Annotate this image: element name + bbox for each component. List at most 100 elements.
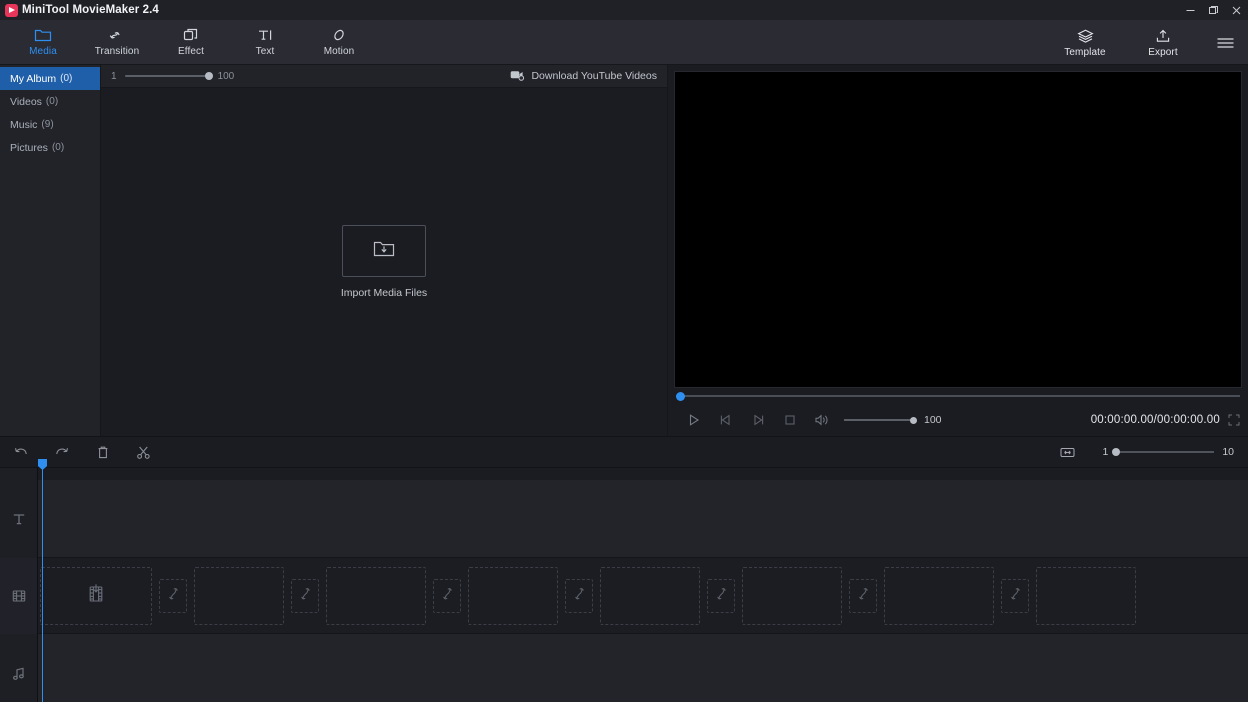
clip-placeholder[interactable] bbox=[884, 567, 994, 625]
tab-transition-label: Transition bbox=[94, 46, 140, 57]
tab-transition[interactable]: Transition bbox=[80, 20, 154, 65]
import-media-files-dropzone[interactable] bbox=[341, 225, 426, 277]
volume-slider-knob[interactable] bbox=[910, 416, 917, 424]
app-title: MiniTool MovieMaker 2.4 bbox=[22, 4, 159, 16]
next-frame-button[interactable] bbox=[742, 404, 774, 436]
tab-media-label: Media bbox=[29, 46, 57, 57]
fit-timeline-icon[interactable] bbox=[1054, 436, 1080, 468]
window-controls bbox=[1179, 0, 1248, 20]
preview-progress-slider[interactable] bbox=[676, 391, 1240, 401]
edit-toolbar: 1 10 bbox=[0, 436, 1248, 468]
track-header-video[interactable] bbox=[0, 558, 37, 634]
close-icon[interactable] bbox=[1225, 0, 1248, 20]
track-headers bbox=[0, 468, 38, 702]
volume-slider[interactable] bbox=[844, 416, 917, 424]
timeline-zoom-controls: 1 10 bbox=[1054, 436, 1234, 468]
play-button[interactable] bbox=[678, 404, 710, 436]
video-preview-canvas[interactable] bbox=[674, 71, 1242, 388]
timeline-row-text[interactable] bbox=[38, 480, 1248, 558]
track-header-text[interactable] bbox=[0, 480, 37, 558]
clip-placeholder[interactable] bbox=[326, 567, 426, 625]
sidebar-item-music-count: (9) bbox=[41, 119, 54, 130]
timeline-row-video[interactable] bbox=[38, 558, 1248, 634]
timeline-playhead[interactable] bbox=[38, 459, 47, 702]
sidebar-item-pictures[interactable]: Pictures (0) bbox=[0, 136, 100, 159]
film-import-icon bbox=[86, 583, 106, 610]
preview-controls: 100 00:00:00.00/00:00:00.00 bbox=[674, 404, 1242, 436]
maximize-icon[interactable] bbox=[1202, 0, 1225, 20]
transition-placeholder-icon bbox=[1008, 585, 1023, 607]
tab-media[interactable]: Media bbox=[6, 20, 80, 65]
transition-placeholder[interactable] bbox=[565, 579, 593, 613]
export-icon bbox=[1154, 28, 1172, 44]
timeline-ruler[interactable] bbox=[38, 468, 1248, 480]
media-panel: 1 100 Download YouTube Videos Import Med… bbox=[101, 65, 668, 436]
import-media-files-button[interactable]: Import Media Files bbox=[341, 225, 427, 299]
tab-effect[interactable]: Effect bbox=[154, 20, 228, 65]
preview-progress-knob[interactable] bbox=[676, 391, 685, 401]
export-button[interactable]: Export bbox=[1124, 20, 1202, 65]
volume-button[interactable] bbox=[806, 404, 838, 436]
download-youtube-videos-label: Download YouTube Videos bbox=[531, 70, 657, 82]
delete-button[interactable] bbox=[82, 436, 123, 468]
download-youtube-videos-button[interactable]: Download YouTube Videos bbox=[510, 69, 657, 84]
timeline-row-audio[interactable] bbox=[38, 634, 1248, 702]
toolbar-tabs: Media Transition Effect Text Motion bbox=[6, 20, 376, 65]
tab-motion-label: Motion bbox=[323, 46, 355, 57]
timeline-zoom-slider-knob[interactable] bbox=[1112, 448, 1121, 456]
clip-placeholder[interactable] bbox=[600, 567, 700, 625]
tab-effect-label: Effect bbox=[178, 46, 204, 57]
transition-placeholder[interactable] bbox=[433, 579, 461, 613]
track-header-audio[interactable] bbox=[0, 634, 37, 702]
clip-placeholder[interactable] bbox=[1036, 567, 1136, 625]
library-sidebar: My Album (0) Videos (0) Music (9) Pictur… bbox=[0, 65, 101, 436]
timeline-zoom-max-label: 10 bbox=[1222, 446, 1234, 458]
transition-placeholder-icon bbox=[440, 585, 455, 607]
media-library-area: Import Media Files bbox=[101, 88, 667, 436]
transition-placeholder[interactable] bbox=[1001, 579, 1029, 613]
preview-panel: 100 00:00:00.00/00:00:00.00 bbox=[668, 65, 1248, 436]
sidebar-item-videos[interactable]: Videos (0) bbox=[0, 90, 100, 113]
transition-placeholder[interactable] bbox=[159, 579, 187, 613]
sidebar-item-videos-label: Videos bbox=[10, 95, 42, 108]
transition-placeholder-icon bbox=[298, 585, 313, 607]
timeline-clip-placeholders bbox=[38, 558, 1136, 634]
hamburger-menu-icon[interactable] bbox=[1202, 20, 1248, 65]
stop-button[interactable] bbox=[774, 404, 806, 436]
previous-frame-button[interactable] bbox=[710, 404, 742, 436]
sidebar-item-pictures-count: (0) bbox=[51, 142, 65, 153]
title-bar: MiniTool MovieMaker 2.4 bbox=[0, 0, 1248, 20]
split-button[interactable] bbox=[123, 436, 164, 468]
media-zoom-slider-knob[interactable] bbox=[204, 72, 213, 80]
tab-motion[interactable]: Motion bbox=[302, 20, 376, 65]
app-window: MiniTool MovieMaker 2.4 Media Transition… bbox=[0, 0, 1248, 702]
sidebar-item-music[interactable]: Music (9) bbox=[0, 113, 100, 136]
minimize-icon[interactable] bbox=[1179, 0, 1202, 20]
transition-placeholder[interactable] bbox=[291, 579, 319, 613]
transition-placeholder[interactable] bbox=[849, 579, 877, 613]
template-button[interactable]: Template bbox=[1046, 20, 1124, 65]
undo-button[interactable] bbox=[0, 436, 41, 468]
sidebar-item-my-album[interactable]: My Album (0) bbox=[0, 67, 100, 90]
sidebar-item-my-album-label: My Album bbox=[10, 72, 57, 85]
preview-progress-row bbox=[674, 388, 1242, 404]
media-zoom-slider[interactable] bbox=[124, 72, 213, 80]
clip-placeholder[interactable] bbox=[194, 567, 284, 625]
export-label: Export bbox=[1148, 46, 1178, 58]
transition-placeholder-icon bbox=[166, 585, 181, 607]
redo-button[interactable] bbox=[41, 436, 82, 468]
fullscreen-icon[interactable] bbox=[1228, 414, 1240, 426]
transition-placeholder[interactable] bbox=[707, 579, 735, 613]
clip-placeholder[interactable] bbox=[742, 567, 842, 625]
minitool-logo-icon bbox=[4, 3, 18, 17]
timeline-zoom-slider[interactable] bbox=[1112, 448, 1215, 456]
sidebar-item-videos-count: (0) bbox=[45, 96, 59, 107]
tab-text-label: Text bbox=[255, 46, 275, 57]
clip-placeholder[interactable] bbox=[468, 567, 558, 625]
youtube-download-icon bbox=[510, 69, 525, 84]
timeline bbox=[0, 459, 1248, 702]
tab-text[interactable]: Text bbox=[228, 20, 302, 65]
timeline-zoom-min-label: 1 bbox=[1102, 446, 1109, 458]
clip-placeholder[interactable] bbox=[40, 567, 152, 625]
transition-placeholder-icon bbox=[856, 585, 871, 607]
